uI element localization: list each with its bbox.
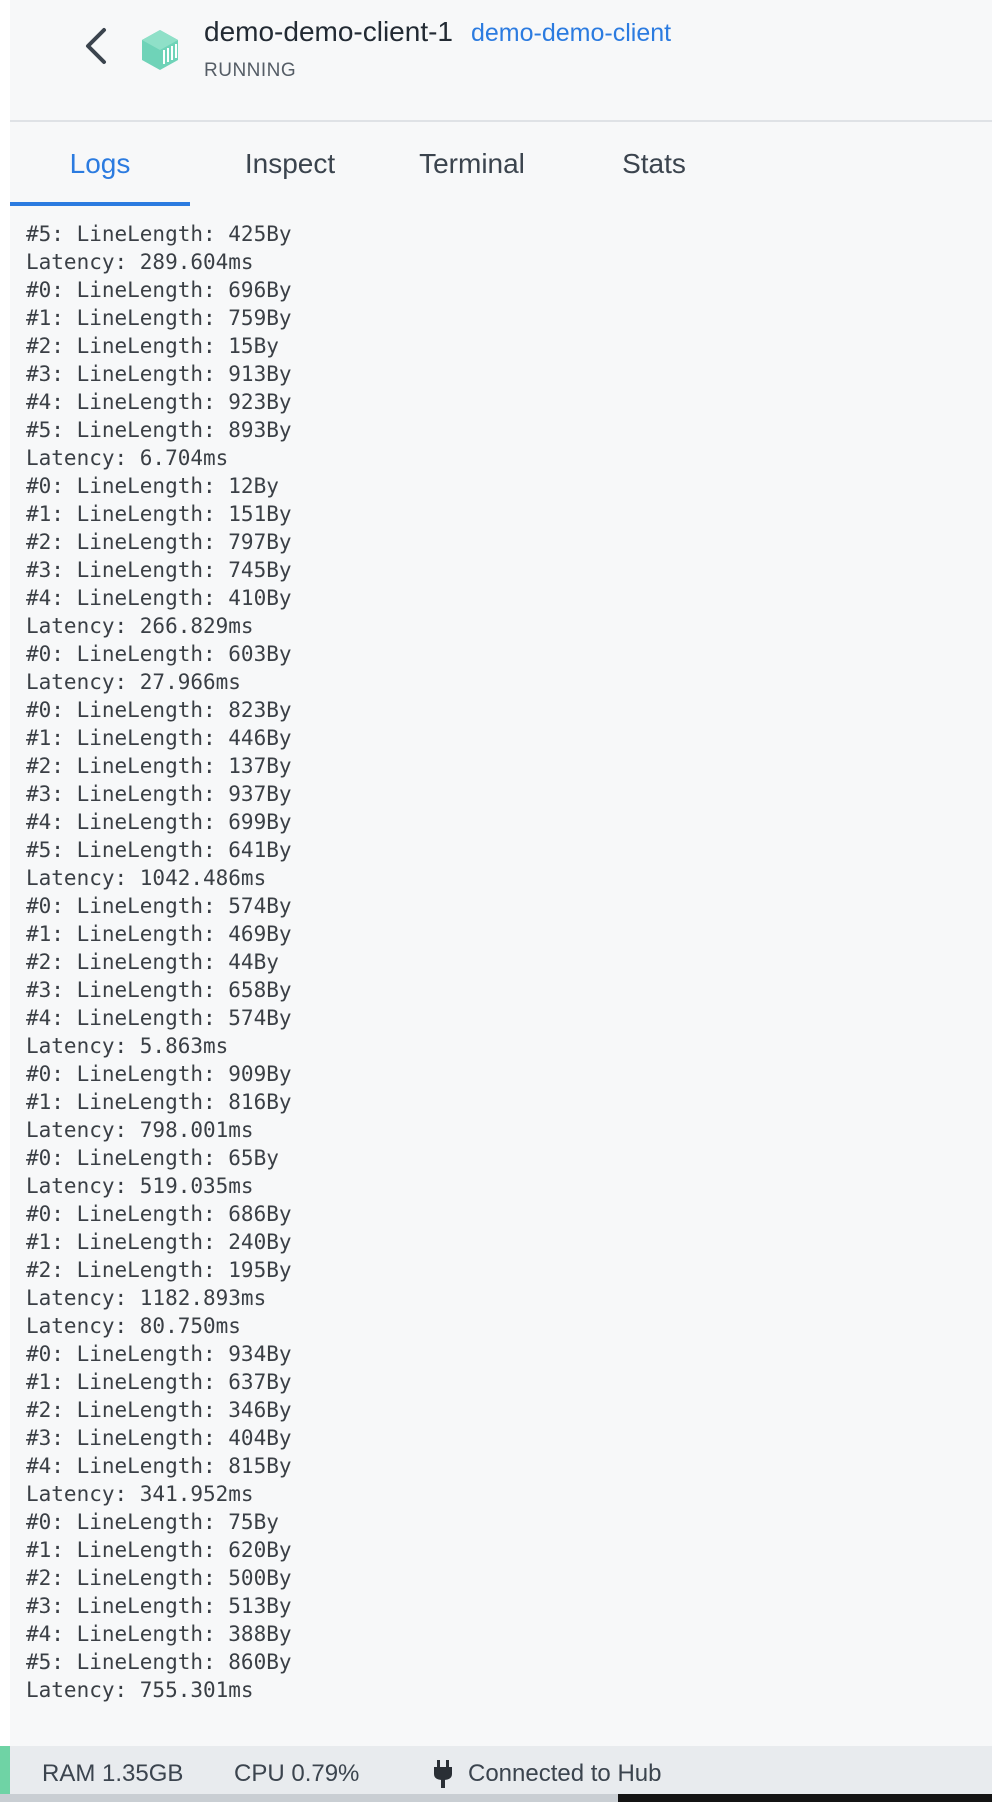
container-detail-view: demo-demo-client-1 demo-demo-client RUNN… — [0, 0, 992, 1802]
log-line: #0: LineLength: 574By — [26, 894, 292, 918]
log-line: #3: LineLength: 745By — [26, 558, 292, 582]
log-line: #0: LineLength: 934By — [26, 1342, 292, 1366]
log-line: #0: LineLength: 823By — [26, 698, 292, 722]
log-line: Latency: 798.001ms — [26, 1118, 254, 1142]
log-line: #1: LineLength: 637By — [26, 1370, 292, 1394]
log-line: Latency: 1182.893ms — [26, 1286, 267, 1310]
tab-inspect[interactable]: Inspect — [200, 122, 380, 206]
log-line: #4: LineLength: 574By — [26, 1006, 292, 1030]
log-line: #0: LineLength: 12By — [26, 474, 279, 498]
log-line: Latency: 27.966ms — [26, 670, 241, 694]
container-icon — [136, 26, 184, 74]
log-line: #4: LineLength: 699By — [26, 810, 292, 834]
log-line: #1: LineLength: 469By — [26, 922, 292, 946]
chevron-left-icon — [83, 26, 109, 71]
log-line: #1: LineLength: 620By — [26, 1538, 292, 1562]
log-line: #2: LineLength: 500By — [26, 1566, 292, 1590]
log-line: #0: LineLength: 75By — [26, 1510, 279, 1534]
status-label: RUNNING — [204, 60, 297, 81]
log-line: #5: LineLength: 893By — [26, 418, 292, 442]
taskbar-thumbnail — [618, 1794, 992, 1802]
plug-icon — [432, 1760, 454, 1788]
image-link[interactable]: demo-demo-client — [471, 19, 671, 48]
log-line: #0: LineLength: 686By — [26, 1202, 292, 1226]
window-edge — [0, 0, 10, 1746]
log-line: #5: LineLength: 425By — [26, 222, 292, 246]
log-line: #4: LineLength: 815By — [26, 1454, 292, 1478]
log-line: #2: LineLength: 346By — [26, 1398, 292, 1422]
log-line: #0: LineLength: 603By — [26, 642, 292, 666]
log-line: #4: LineLength: 923By — [26, 390, 292, 414]
log-line: #4: LineLength: 388By — [26, 1622, 292, 1646]
container-name: demo-demo-client-1 — [204, 16, 453, 47]
log-line: Latency: 341.952ms — [26, 1482, 254, 1506]
log-line: #4: LineLength: 410By — [26, 586, 292, 610]
tab-terminal[interactable]: Terminal — [382, 122, 562, 206]
tab-stats[interactable]: Stats — [564, 122, 744, 206]
log-lines: #5: LineLength: 425By Latency: 289.604ms #… — [26, 220, 292, 1704]
title-row: demo-demo-client-1 demo-demo-client — [204, 16, 671, 48]
log-line: #2: LineLength: 15By — [26, 334, 279, 358]
log-line: Latency: 289.604ms — [26, 250, 254, 274]
log-line: #2: LineLength: 137By — [26, 754, 292, 778]
log-line: #2: LineLength: 44By — [26, 950, 279, 974]
log-line: #1: LineLength: 151By — [26, 502, 292, 526]
log-line: #0: LineLength: 696By — [26, 278, 292, 302]
log-line: Latency: 266.829ms — [26, 614, 254, 638]
log-line: Latency: 80.750ms — [26, 1314, 241, 1338]
log-line: #3: LineLength: 513By — [26, 1594, 292, 1618]
log-line: Latency: 755.301ms — [26, 1678, 254, 1702]
log-line: #3: LineLength: 937By — [26, 782, 292, 806]
log-line: #2: LineLength: 797By — [26, 530, 292, 554]
tab-logs[interactable]: Logs — [10, 122, 190, 206]
log-line: #1: LineLength: 759By — [26, 306, 292, 330]
log-line: Latency: 519.035ms — [26, 1174, 254, 1198]
log-line: #3: LineLength: 404By — [26, 1426, 292, 1450]
log-line: #0: LineLength: 65By — [26, 1146, 279, 1170]
log-line: #0: LineLength: 909By — [26, 1062, 292, 1086]
log-line: Latency: 1042.486ms — [26, 866, 267, 890]
log-line: #1: LineLength: 240By — [26, 1230, 292, 1254]
back-button[interactable] — [74, 26, 118, 70]
hub-status-label: Connected to Hub — [468, 1760, 662, 1787]
container-header: demo-demo-client-1 demo-demo-client RUNN… — [10, 0, 992, 122]
log-line: Latency: 6.704ms — [26, 446, 229, 470]
tab-bar: Logs Inspect Terminal Stats — [10, 122, 992, 206]
log-output[interactable]: #5: LineLength: 425By Latency: 289.604ms #… — [10, 206, 992, 1746]
log-line: #1: LineLength: 446By — [26, 726, 292, 750]
log-line: #3: LineLength: 913By — [26, 362, 292, 386]
log-line: Latency: 5.863ms — [26, 1034, 229, 1058]
log-line: #5: LineLength: 860By — [26, 1650, 292, 1674]
log-line: #2: LineLength: 195By — [26, 1258, 292, 1282]
log-line: #3: LineLength: 658By — [26, 978, 292, 1002]
log-line: #5: LineLength: 641By — [26, 838, 292, 862]
log-line: #1: LineLength: 816By — [26, 1090, 292, 1114]
